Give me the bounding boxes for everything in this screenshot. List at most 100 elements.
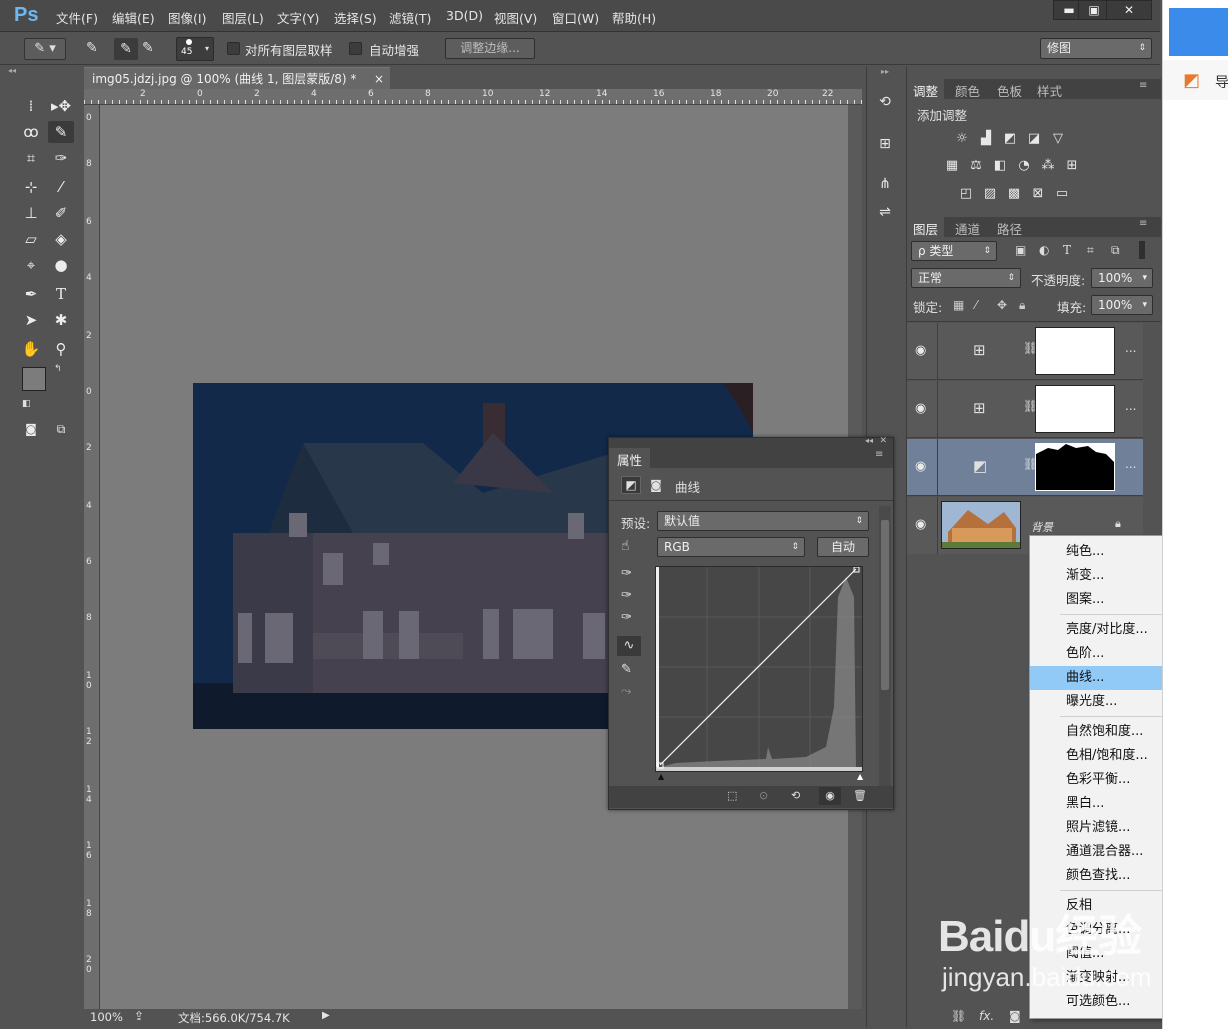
share-icon[interactable]: ⇪ (134, 1009, 144, 1023)
close-window-button[interactable]: ✕ (1106, 0, 1152, 20)
filter-toggle[interactable] (1139, 241, 1145, 259)
tool-presets-icon[interactable]: ⇌ (870, 201, 900, 223)
eraser-tool-icon[interactable]: ▱ (18, 228, 44, 250)
auto-enhance-checkbox[interactable] (349, 42, 362, 55)
black-slider-icon[interactable]: ▲ (658, 772, 664, 781)
white-slider-icon[interactable]: ▲ (857, 772, 863, 781)
menu-help[interactable]: 帮助(H) (612, 8, 656, 27)
menu-layer[interactable]: 图层(L) (222, 8, 264, 27)
subtract-selection-icon[interactable]: ✎ (142, 40, 154, 56)
channel-mixer-icon[interactable]: ⊞ (1063, 158, 1081, 174)
tab-color[interactable]: 颜色 (955, 81, 980, 100)
custom-shape-icon[interactable]: ✱ (48, 309, 74, 331)
clone-stamp-icon[interactable]: ⊥ (18, 202, 44, 224)
refine-edge-button[interactable]: 调整边缘... (445, 38, 535, 59)
levels-icon[interactable]: ▟ (977, 131, 995, 147)
zoom-level[interactable]: 100% (90, 1010, 123, 1024)
exposure-icon[interactable]: ◪ (1025, 131, 1043, 147)
tab-adjustments[interactable]: 调整 (907, 79, 945, 102)
layer-row[interactable]: ◉ ⊞ ⛓ ... (907, 381, 1143, 438)
threshold-icon[interactable]: ▩ (1005, 186, 1023, 202)
tab-paths[interactable]: 路径 (997, 219, 1022, 238)
history-brush-icon[interactable]: ✐ (48, 202, 74, 224)
crop-tool-icon[interactable]: ⌗ (18, 147, 44, 169)
opacity-input[interactable]: 100% ▾ (1091, 268, 1153, 288)
swap-colors-icon[interactable]: ↰ (54, 364, 62, 374)
link-layers-icon[interactable]: ⛓ (951, 1009, 966, 1023)
collapse-icon[interactable]: ▸▸ (867, 67, 903, 76)
lock-transparent-icon[interactable]: ▦ (953, 298, 964, 312)
fx-icon[interactable]: fx. (979, 1009, 994, 1023)
gradient-icon[interactable]: ▽ (1049, 131, 1067, 147)
white-point-eyedropper-icon[interactable]: ✑ (621, 610, 632, 625)
app-icon[interactable]: ◩ (1183, 70, 1200, 91)
black-point-eyedropper-icon[interactable]: ✑ (621, 566, 632, 581)
close-icon[interactable]: × (374, 68, 384, 90)
foreground-color-swatch[interactable] (22, 367, 46, 391)
close-icon[interactable]: ✕ (879, 436, 887, 446)
lock-position-icon[interactable]: ✥ (997, 298, 1007, 312)
invert-icon[interactable]: ◰ (957, 186, 975, 202)
background-layer-thumbnail[interactable] (941, 501, 1021, 549)
shape-filter-icon[interactable]: ⌗ (1087, 243, 1094, 258)
gray-point-eyedropper-icon[interactable]: ✑ (621, 588, 632, 603)
hue-saturation-icon[interactable]: ⚖ (967, 158, 985, 174)
gradient-map-icon[interactable]: ▭ (1053, 186, 1071, 202)
lock-pixels-icon[interactable]: ⁄ (975, 298, 977, 312)
hand-tool-icon[interactable]: ✋ (18, 338, 44, 360)
tab-channels[interactable]: 通道 (955, 219, 980, 238)
blur-tool-icon[interactable]: ⌖ (18, 254, 44, 276)
tool-preset-picker[interactable]: ✎ ▾ (24, 38, 66, 60)
panel-menu-icon[interactable]: ≡ (1139, 80, 1147, 91)
scroll-thumb[interactable] (881, 520, 889, 690)
blend-mode-dropdown[interactable]: 正常 ⇕ (911, 268, 1021, 288)
paint-bucket-icon[interactable]: ◈ (48, 228, 74, 250)
marquee-tool-icon[interactable]: ⁞ (18, 95, 44, 117)
path-selection-icon[interactable]: ➤ (18, 309, 44, 331)
quick-mask-icon[interactable]: ◙ (18, 418, 44, 440)
brightness-icon[interactable]: ☼ (953, 131, 971, 147)
screen-mode-icon[interactable]: ⧉ (48, 418, 74, 440)
dodge-tool-icon[interactable]: ● (48, 254, 74, 276)
reset-icon[interactable]: ⟲ (791, 789, 800, 802)
panel-menu-icon[interactable]: ≡ (1139, 218, 1147, 229)
layer-row[interactable]: ◉ ⊞ ⛓ ... (907, 323, 1143, 380)
auto-button[interactable]: 自动 (817, 537, 869, 557)
visibility-eye-icon[interactable]: ◉ (915, 343, 926, 358)
curve-points-icon[interactable]: ∿ (617, 636, 641, 656)
quick-selection-tool-icon[interactable]: ✎ (48, 121, 74, 143)
layer-row-selected[interactable]: ◉ ◩ ⛓ ... (907, 439, 1143, 496)
eyedropper-tool-icon[interactable]: ✑ (48, 147, 74, 169)
document-tab[interactable]: img05.jdzj.jpg @ 100% (曲线 1, 图层蒙版/8) * × (84, 67, 390, 89)
tab-properties[interactable]: 属性 (609, 448, 651, 468)
visibility-eye-icon[interactable]: ◉ (915, 459, 926, 474)
workspace-dropdown[interactable]: 修图 ⇕ (1040, 38, 1152, 59)
target-adjust-hand-icon[interactable]: ☝ (621, 538, 630, 554)
clip-to-layer-icon[interactable]: ⬚ (727, 789, 737, 802)
vibrance-icon[interactable]: ▦ (943, 158, 961, 174)
layer-mask-thumbnail[interactable] (1035, 327, 1115, 375)
status-menu-arrow-icon[interactable]: ▶ (322, 1010, 330, 1021)
type-filter-icon[interactable]: T (1063, 243, 1071, 257)
pencil-draw-icon[interactable]: ✎ (621, 662, 632, 677)
type-tool-icon[interactable]: T (48, 283, 74, 305)
selective-color-icon[interactable]: ⊠ (1029, 186, 1047, 202)
menu-3d[interactable]: 3D(D) (446, 8, 483, 23)
tab-layers[interactable]: 图层 (907, 217, 945, 240)
brush-tool-icon[interactable]: ⁄ (48, 176, 74, 198)
curves-graph[interactable] (655, 566, 863, 772)
view-previous-icon[interactable]: ⊙ (759, 789, 768, 802)
actions-icon[interactable]: ⊞ (870, 133, 900, 155)
sample-all-layers-checkbox[interactable] (227, 42, 240, 55)
menu-view[interactable]: 视图(V) (494, 8, 537, 27)
channel-dropdown[interactable]: RGB ⇕ (657, 537, 805, 557)
curves-type-icon[interactable]: ◩ (621, 476, 641, 494)
zoom-tool-icon[interactable]: ⚲ (48, 338, 74, 360)
pixel-filter-icon[interactable]: ▣ (1015, 243, 1026, 257)
menu-type[interactable]: 文字(Y) (277, 8, 319, 27)
layer-mask-thumbnail[interactable] (1035, 385, 1115, 433)
tab-swatches[interactable]: 色板 (997, 81, 1022, 100)
photo-filter-icon[interactable]: ⁂ (1039, 158, 1057, 174)
smooth-curve-icon[interactable]: ⤳ (621, 684, 631, 699)
menu-window[interactable]: 窗口(W) (552, 8, 599, 27)
